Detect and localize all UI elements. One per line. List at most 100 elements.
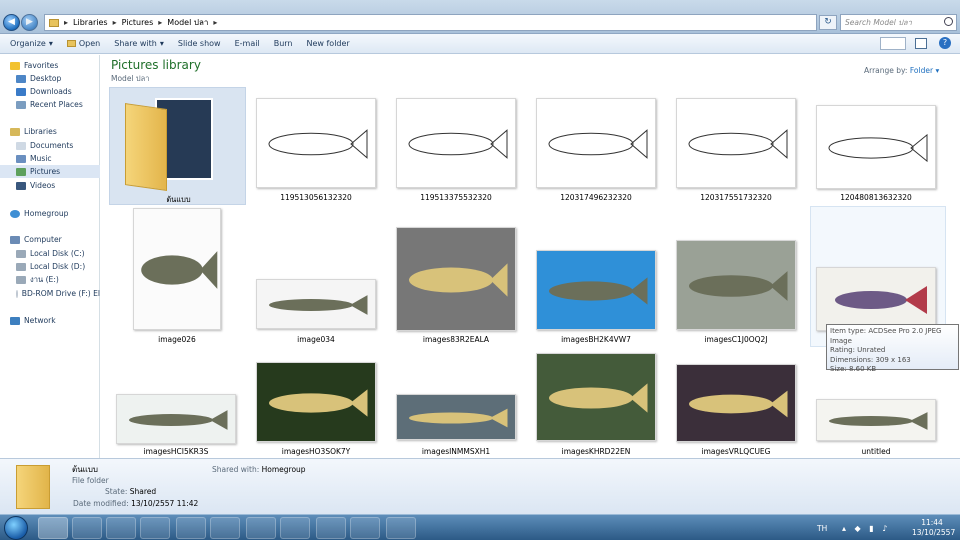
image-thumbnail [256, 279, 376, 329]
app-taskbar-icon[interactable] [350, 517, 380, 539]
details-pane: ต้นแบบ File folder State: Shared Date mo… [0, 458, 960, 514]
pictures-icon [16, 167, 26, 176]
new-folder-button[interactable]: New folder [306, 39, 349, 48]
fish-image [688, 129, 788, 159]
app-taskbar-icon[interactable] [140, 517, 170, 539]
details-modified-label: Date modified: [73, 499, 129, 508]
thumbnail-label: images83R2EALA [422, 335, 490, 344]
image-thumbnail[interactable] [816, 267, 936, 331]
image-thumbnail [396, 394, 516, 440]
slide-show-button[interactable]: Slide show [178, 39, 221, 48]
sidebar-item-dvd[interactable]: BD-ROM Drive (F:) El [16, 287, 100, 300]
fish-image [549, 383, 648, 413]
fish-image [141, 251, 218, 289]
search-icon [944, 17, 953, 26]
sidebar-item-network[interactable]: Network [10, 314, 110, 327]
clock-time: 11:44 [921, 518, 943, 527]
burn-button[interactable]: Burn [274, 39, 293, 48]
homegroup-icon [10, 209, 20, 218]
tooltip-size: Size: 8.60 KB [830, 365, 877, 373]
folder-item[interactable]: ต้นแบบ [109, 87, 246, 205]
details-folder-icon [16, 465, 50, 509]
refresh-button[interactable]: ↻ [819, 15, 837, 30]
dvd-icon [16, 289, 18, 298]
app-taskbar-icon[interactable] [176, 517, 206, 539]
taskbar: TH ▴ ◆ ▮ ♪ 11:44 13/10/2557 [0, 514, 960, 540]
tooltip-dimensions: Dimensions: 309 x 163 [830, 355, 911, 364]
documents-icon [16, 141, 26, 150]
downloads-icon [16, 87, 26, 96]
forward-button[interactable]: ▶ [21, 14, 38, 31]
views-button[interactable] [880, 37, 906, 50]
breadcrumb-pictures[interactable]: Pictures [122, 18, 154, 27]
fish-image [828, 133, 928, 163]
acrobat-taskbar-icon[interactable] [246, 517, 276, 539]
fish-image [408, 129, 508, 159]
folder-icon [49, 18, 59, 27]
tray-icons[interactable]: ▴ ◆ ▮ ♪ [842, 524, 902, 533]
fish-image [268, 129, 368, 159]
fish-image [689, 390, 788, 418]
fish-image [409, 408, 508, 428]
star-icon [10, 61, 20, 70]
start-button[interactable] [4, 516, 28, 540]
sidebar-item-computer[interactable]: Computer [10, 233, 110, 246]
open-icon [66, 40, 76, 47]
sidebar-item-pictures[interactable]: Pictures [0, 165, 100, 178]
fish-image [269, 389, 368, 417]
media-player-taskbar-icon[interactable] [72, 517, 102, 539]
recent-places-icon [16, 100, 26, 109]
image-thumbnail [676, 364, 796, 442]
sidebar-item-libraries[interactable]: Libraries [10, 125, 110, 138]
clock[interactable]: 11:44 13/10/2557 [912, 518, 956, 538]
thumbnail-label: 120480813632320 [840, 193, 912, 202]
open-button[interactable]: Open [66, 39, 100, 48]
disk-icon [16, 262, 26, 271]
sidebar-item-homegroup[interactable]: Homegroup [10, 207, 110, 220]
share-with-button[interactable]: Share with ▾ [114, 39, 164, 48]
address-bar[interactable]: ▸ Libraries ▸ Pictures ▸ Model ปลา ▸ [44, 14, 817, 31]
title-bar: ◀ ▶ ▸ Libraries ▸ Pictures ▸ Model ปลา ▸… [0, 0, 960, 34]
image-thumbnail [256, 98, 376, 188]
breadcrumb-model[interactable]: Model ปลา [167, 16, 208, 29]
image-thumbnail [396, 98, 516, 188]
details-modified-value: 13/10/2557 11:42 [131, 499, 199, 508]
disk-icon [16, 249, 26, 258]
arrange-by[interactable]: Arrange by: Folder ▾ [864, 66, 939, 75]
email-button[interactable]: E-mail [235, 39, 260, 48]
tooltip-rating: Rating: Unrated [830, 346, 886, 354]
image-thumbnail [256, 362, 376, 442]
paint-taskbar-icon[interactable] [386, 517, 416, 539]
thumbnail-label: 119513056132320 [280, 193, 352, 202]
thumbnail-label: image026 [158, 335, 196, 344]
sidebar-item-favorites[interactable]: Favorites [10, 59, 110, 72]
command-bar: Organize ▾ Open Share with ▾ Slide show E-… [0, 34, 960, 54]
thumbnail-label: imagesBH2K4VW7 [561, 335, 631, 344]
search-input[interactable]: Search Model ปลา [840, 14, 957, 31]
thumbnail-label: imagesHO3SOK7Y [281, 447, 351, 456]
breadcrumb-libraries[interactable]: Libraries [73, 18, 108, 27]
disk-icon [16, 275, 26, 284]
library-title: Pictures library [111, 58, 201, 72]
thumbnail-label: 119513375532320 [420, 193, 492, 202]
videos-icon [16, 181, 26, 190]
organize-button[interactable]: Organize ▾ [10, 39, 53, 48]
image-thumbnail [116, 394, 236, 444]
image-thumbnail [396, 227, 516, 331]
fish-image [269, 295, 368, 315]
language-indicator[interactable]: TH [817, 524, 827, 533]
preview-pane-icon[interactable] [915, 38, 927, 49]
clock-date: 13/10/2557 [912, 528, 956, 537]
library-subtitle: Model ปลา [111, 74, 150, 83]
thumbnail-label: imagesKHRD22EN [561, 447, 631, 456]
thumbnail-label: untitled [861, 447, 891, 456]
fish-image [689, 271, 788, 301]
back-button[interactable]: ◀ [3, 14, 20, 31]
help-icon[interactable]: ? [939, 37, 951, 49]
network-icon [10, 316, 20, 325]
explorer-taskbar-icon[interactable] [38, 517, 68, 539]
app-taskbar-icon[interactable] [210, 517, 240, 539]
internet-explorer-taskbar-icon[interactable] [316, 517, 346, 539]
app-taskbar-icon[interactable] [280, 517, 310, 539]
app-taskbar-icon[interactable] [106, 517, 136, 539]
